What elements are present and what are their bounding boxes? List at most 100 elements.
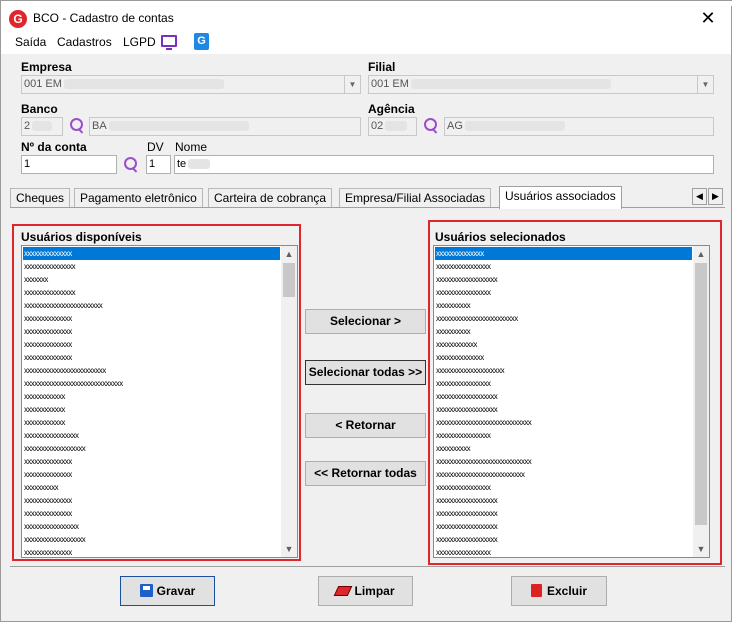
- list-item[interactable]: xxxxxxxxxxxxxx: [23, 455, 280, 468]
- scroll-up-icon[interactable]: ▲: [281, 246, 297, 262]
- list-item[interactable]: xxxxxxx: [23, 273, 280, 286]
- list-item[interactable]: xxxxxxxxxxxxxxxx: [435, 377, 692, 390]
- selected-listbox[interactable]: xxxxxxxxxxxxxxxx xxxxxxxxxxxxxxxxxx xxxxxx…: [433, 245, 710, 558]
- list-item[interactable]: xxxxxxxxxxxx: [23, 416, 280, 429]
- dv-field[interactable]: 1: [146, 155, 171, 174]
- list-item[interactable]: xxxxxxxxxxxx: [435, 338, 692, 351]
- list-item[interactable]: xxxxxxxxxxxxxx: [435, 247, 692, 260]
- banco-code-field[interactable]: 2: [21, 117, 63, 136]
- list-item[interactable]: xxxxxxxxxxxxxx: [23, 507, 280, 520]
- list-item[interactable]: xxxxxxxxxx: [435, 325, 692, 338]
- list-item[interactable]: xxxxxxxxxxxxxxxxxx: [435, 494, 692, 507]
- redacted-blur: [385, 121, 408, 132]
- close-button[interactable]: ✕: [693, 7, 723, 31]
- select-button[interactable]: Selecionar >: [305, 309, 426, 334]
- list-item[interactable]: xxxxxxxxxxxx: [23, 403, 280, 416]
- filial-value: 001 EM: [371, 78, 409, 90]
- menu-lgpd[interactable]: LGPD: [123, 35, 156, 49]
- list-item[interactable]: xxxxxxxxxxxxxx: [23, 338, 280, 351]
- list-item[interactable]: xxxxxxxxxxxxxxxxxxxxxxxxxxxx: [435, 455, 692, 468]
- tab-carteira-cobranca[interactable]: Carteira de cobrança: [208, 188, 333, 208]
- list-item[interactable]: xxxxxxxxxxxxxxx: [23, 286, 280, 299]
- list-item[interactable]: xxxxxxxxxxxxxxxxxxxxxxx: [23, 299, 280, 312]
- empresa-select[interactable]: 001 EM ▼: [21, 75, 361, 94]
- scroll-up-icon[interactable]: ▲: [693, 246, 709, 262]
- list-item[interactable]: xxxxxxxxxxxxxxxxxxxxxxxx: [23, 364, 280, 377]
- tab-scroll-left-icon[interactable]: ◀: [692, 188, 707, 205]
- list-item[interactable]: xxxxxxxxxxxxxx: [23, 325, 280, 338]
- list-item[interactable]: xxxxxxxxxxxxxxxxxxxx: [435, 364, 692, 377]
- footer-bar: Gravar Limpar Excluir: [10, 566, 725, 615]
- redacted-blur: [464, 121, 565, 132]
- scroll-down-icon[interactable]: ▼: [281, 541, 297, 557]
- selected-scrollbar[interactable]: ▲ ▼: [693, 246, 709, 557]
- clear-button[interactable]: Limpar: [318, 576, 413, 606]
- available-listbox[interactable]: xxxxxxxxxxxxxx xxxxxxxxxxxxxxxxxx xxxxxxxx…: [21, 245, 298, 558]
- list-item[interactable]: xxxxxxxxxxxxxxxx: [435, 260, 692, 273]
- nome-field[interactable]: te: [174, 155, 714, 174]
- g-logo-icon[interactable]: G: [194, 33, 209, 50]
- tab-empresa-filial[interactable]: Empresa/Filial Associadas: [339, 188, 492, 208]
- list-item[interactable]: xxxxxxxxxxxxxxxxxxxxxxxxxxxxx: [23, 377, 280, 390]
- empresa-value: 001 EM: [24, 78, 62, 90]
- list-item[interactable]: xxxxxxxxxxxxxxxxxxxxxxxxxx: [435, 468, 692, 481]
- select-all-button[interactable]: Selecionar todas >>: [305, 360, 426, 385]
- list-item[interactable]: xxxxxxxxxxxxxx: [23, 312, 280, 325]
- tab-cheques[interactable]: Cheques: [10, 188, 71, 208]
- list-item[interactable]: xxxxxxxxxxxxxx: [23, 494, 280, 507]
- list-item[interactable]: xxxxxxxxxxxxxxxxxx: [435, 533, 692, 546]
- menu-saida[interactable]: Saída: [15, 35, 46, 49]
- list-item[interactable]: xxxxxxxxxxxxxxx: [23, 260, 280, 273]
- list-item[interactable]: xxxxxxxxxxxxxxxxxxxxxxxx: [435, 312, 692, 325]
- list-item[interactable]: xxxxxxxxxxxxxxxxxx: [435, 520, 692, 533]
- title-bar: G BCO - Cadastro de contas ✕: [1, 6, 731, 32]
- list-item[interactable]: xxxxxxxxxxxxxxxx: [435, 481, 692, 494]
- list-item[interactable]: xxxxxxxxxxxx: [23, 390, 280, 403]
- chevron-down-icon[interactable]: ▼: [344, 76, 360, 93]
- list-item[interactable]: xxxxxxxxxxxxxx: [23, 247, 280, 260]
- conta-field[interactable]: 1: [21, 155, 117, 174]
- dv-label: DV: [147, 140, 164, 154]
- list-item[interactable]: xxxxxxxxxxxxxx: [23, 468, 280, 481]
- scroll-thumb[interactable]: [695, 263, 707, 525]
- list-item[interactable]: xxxxxxxxxx: [435, 442, 692, 455]
- return-button[interactable]: < Retornar: [305, 413, 426, 438]
- scroll-down-icon[interactable]: ▼: [693, 541, 709, 557]
- list-item[interactable]: xxxxxxxxxxxxxx: [435, 351, 692, 364]
- list-item[interactable]: xxxxxxxxxxxxxxxx: [23, 520, 280, 533]
- list-item[interactable]: xxxxxxxxxxxxxxxxxx: [435, 390, 692, 403]
- tab-scroll-right-icon[interactable]: ▶: [708, 188, 723, 205]
- search-agencia-icon[interactable]: [422, 117, 440, 135]
- filial-select[interactable]: 001 EM ▼: [368, 75, 714, 94]
- list-item[interactable]: xxxxxxxxxxxxxxxxxx: [435, 507, 692, 520]
- search-banco-icon[interactable]: [68, 117, 86, 135]
- list-item[interactable]: xxxxxxxxxx: [435, 299, 692, 312]
- list-item[interactable]: xxxxxxxxxxxxxxxx: [435, 546, 692, 557]
- empresa-label: Empresa: [21, 60, 72, 74]
- chevron-down-icon[interactable]: ▼: [697, 76, 713, 93]
- scroll-thumb[interactable]: [283, 263, 295, 297]
- save-button[interactable]: Gravar: [120, 576, 215, 606]
- delete-button[interactable]: Excluir: [511, 576, 607, 606]
- tab-usuarios-associados[interactable]: Usuários associados: [499, 186, 622, 209]
- list-item[interactable]: xxxxxxxxxxxxxxxx: [23, 429, 280, 442]
- list-item[interactable]: xxxxxxxxxxxxxxxxxx: [435, 273, 692, 286]
- list-item[interactable]: xxxxxxxxxxxxxxxxxx: [23, 442, 280, 455]
- available-scrollbar[interactable]: ▲ ▼: [281, 246, 297, 557]
- list-item[interactable]: xxxxxxxxxxxxxxxx: [435, 429, 692, 442]
- list-item[interactable]: xxxxxxxxxxxxxx: [23, 546, 280, 557]
- list-item[interactable]: xxxxxxxxxxxxxxxxxxxxxxxxxxxx: [435, 416, 692, 429]
- list-item[interactable]: xxxxxxxxxxxxxx: [23, 351, 280, 364]
- list-item[interactable]: xxxxxxxxxxxxxxxxxx: [435, 403, 692, 416]
- menu-cadastros[interactable]: Cadastros: [57, 35, 112, 49]
- search-conta-icon[interactable]: [122, 156, 140, 174]
- tab-pagamento-eletronico[interactable]: Pagamento eletrônico: [74, 188, 203, 208]
- list-item[interactable]: xxxxxxxxxxxxxxxx: [435, 286, 692, 299]
- tv-icon[interactable]: [161, 35, 177, 50]
- floppy-disk-icon: [139, 584, 153, 597]
- agencia-code-field[interactable]: 02: [368, 117, 417, 136]
- list-item[interactable]: xxxxxxxxxx: [23, 481, 280, 494]
- return-all-button[interactable]: << Retornar todas: [305, 461, 426, 486]
- list-item[interactable]: xxxxxxxxxxxxxxxxxx: [23, 533, 280, 546]
- nome-value: te: [177, 158, 187, 170]
